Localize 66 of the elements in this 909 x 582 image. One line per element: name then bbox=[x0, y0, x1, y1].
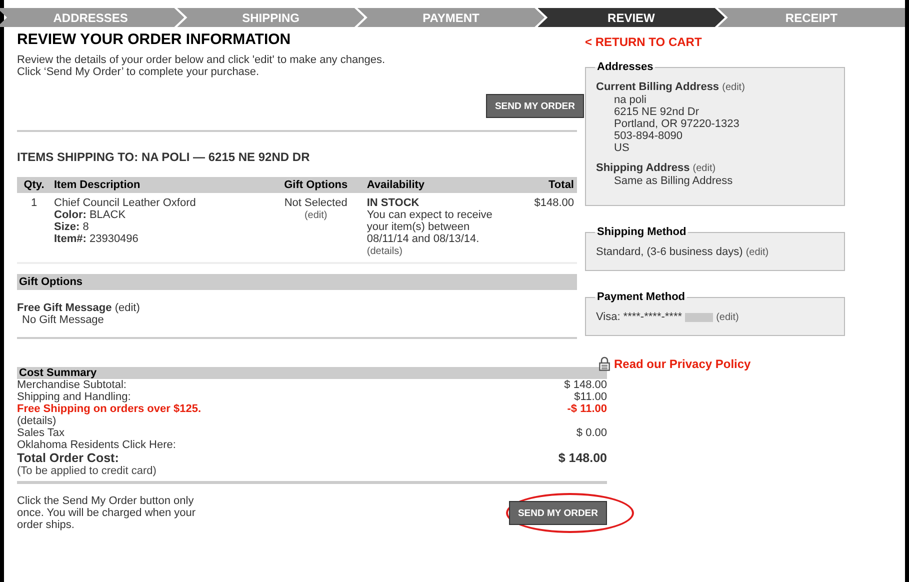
gift-message: No Gift Message bbox=[21, 314, 104, 326]
cost-label: Merchandise Subtotal: bbox=[17, 379, 126, 391]
edit-link[interactable]: (edit) bbox=[304, 210, 328, 221]
checkout-step[interactable]: REVIEW bbox=[538, 8, 725, 27]
total-label: Total Order Cost: bbox=[17, 451, 119, 465]
address-line: 503-894-8090 bbox=[614, 130, 683, 142]
column-header: Item Description bbox=[51, 177, 268, 193]
panel-title: Addresses bbox=[596, 61, 654, 73]
gift-status: Not Selected bbox=[283, 197, 348, 209]
address-line: 6215 NE 92nd Dr bbox=[614, 106, 699, 118]
edit-link[interactable]: (edit) bbox=[722, 82, 745, 93]
section-bar: Gift Options bbox=[17, 274, 577, 290]
column-header: Qty. bbox=[17, 177, 51, 193]
page-heading: REVIEW YOUR ORDER INFORMATION bbox=[17, 31, 292, 48]
column-header: Availability bbox=[364, 177, 510, 193]
cost-label: Free Shipping on orders over $125. bbox=[17, 403, 201, 415]
lock-icon bbox=[599, 356, 610, 371]
attribute-value: 23930496 bbox=[89, 233, 138, 245]
send-order-button[interactable]: SEND MY ORDER bbox=[486, 94, 584, 118]
cost-label: (details) bbox=[17, 415, 56, 427]
attribute-value: 8 bbox=[82, 221, 89, 233]
field-label: Shipping Address bbox=[596, 162, 690, 174]
column-header: Gift Options bbox=[268, 177, 364, 193]
cost-label: Oklahoma Residents Click Here: bbox=[17, 439, 176, 451]
delivery-estimate: You can expect to receive your item(s) between 08/11/14 and 08/13/14. bbox=[366, 209, 494, 245]
panel-title: Shipping Method bbox=[596, 226, 688, 238]
edit-link[interactable]: (edit) bbox=[114, 302, 140, 314]
method-value: Visa: ****-****-**** bbox=[596, 311, 682, 323]
address-line: na poli bbox=[614, 94, 646, 106]
redacted-digits bbox=[685, 312, 714, 322]
cost-amount: $ 148.00 bbox=[564, 379, 607, 391]
attribute-label: Color: bbox=[54, 209, 86, 221]
section-bar: Cost Summary bbox=[17, 367, 607, 379]
cost-label: (To be applied to credit card) bbox=[17, 465, 156, 477]
cost-amount: $11.00 bbox=[574, 391, 607, 403]
edit-link[interactable]: (edit) bbox=[692, 163, 716, 174]
address-line: Portland, OR 97220-1323 bbox=[614, 118, 740, 130]
details-link[interactable]: (details) bbox=[366, 246, 402, 257]
address-line: Same as Billing Address bbox=[614, 175, 733, 187]
field-label: Free Gift Message bbox=[17, 302, 112, 314]
attribute-value: BLACK bbox=[89, 209, 126, 221]
section-heading: ITEMS SHIPPING TO: NA POLI — 6215 NE 92ND DR bbox=[17, 150, 311, 164]
panel-title: Payment Method bbox=[596, 291, 686, 303]
product-name: Chief Council Leather Oxford bbox=[54, 197, 197, 209]
return-to-cart-link[interactable]: < RETURN TO CART bbox=[585, 35, 702, 49]
cost-amount: -$ 11.00 bbox=[567, 403, 607, 415]
instruction-text: Click ‘Send My Order’ to complete your purchase. bbox=[17, 66, 260, 78]
privacy-policy-link[interactable]: Read our Privacy Policy bbox=[614, 356, 751, 370]
address-line: US bbox=[614, 142, 630, 154]
cost-label: Sales Tax bbox=[17, 427, 64, 439]
cost-amount: $ 0.00 bbox=[576, 427, 607, 439]
stock-status: IN STOCK bbox=[366, 197, 420, 209]
total-amount: $ 148.00 bbox=[558, 451, 607, 465]
attribute-label: Size: bbox=[54, 221, 80, 233]
table-cell: $148.00 bbox=[510, 193, 577, 263]
edit-link[interactable]: (edit) bbox=[716, 312, 739, 323]
order-note: Click the Send My Order button only once. You will be charged when your order ships. bbox=[17, 495, 197, 531]
attribute-label: Item#: bbox=[54, 233, 86, 245]
field-label: Current Billing Address bbox=[596, 81, 720, 93]
edit-link[interactable]: (edit) bbox=[746, 247, 769, 258]
method-value: Standard, (3-6 business days) bbox=[596, 246, 743, 258]
table-cell: 1 bbox=[17, 193, 51, 263]
cost-label: Shipping and Handling: bbox=[17, 391, 131, 403]
send-order-button[interactable]: SEND MY ORDER bbox=[508, 501, 607, 525]
column-header: Total bbox=[510, 177, 577, 193]
instruction-text: Review the details of your order below and click 'edit' to make any changes. bbox=[17, 54, 386, 66]
